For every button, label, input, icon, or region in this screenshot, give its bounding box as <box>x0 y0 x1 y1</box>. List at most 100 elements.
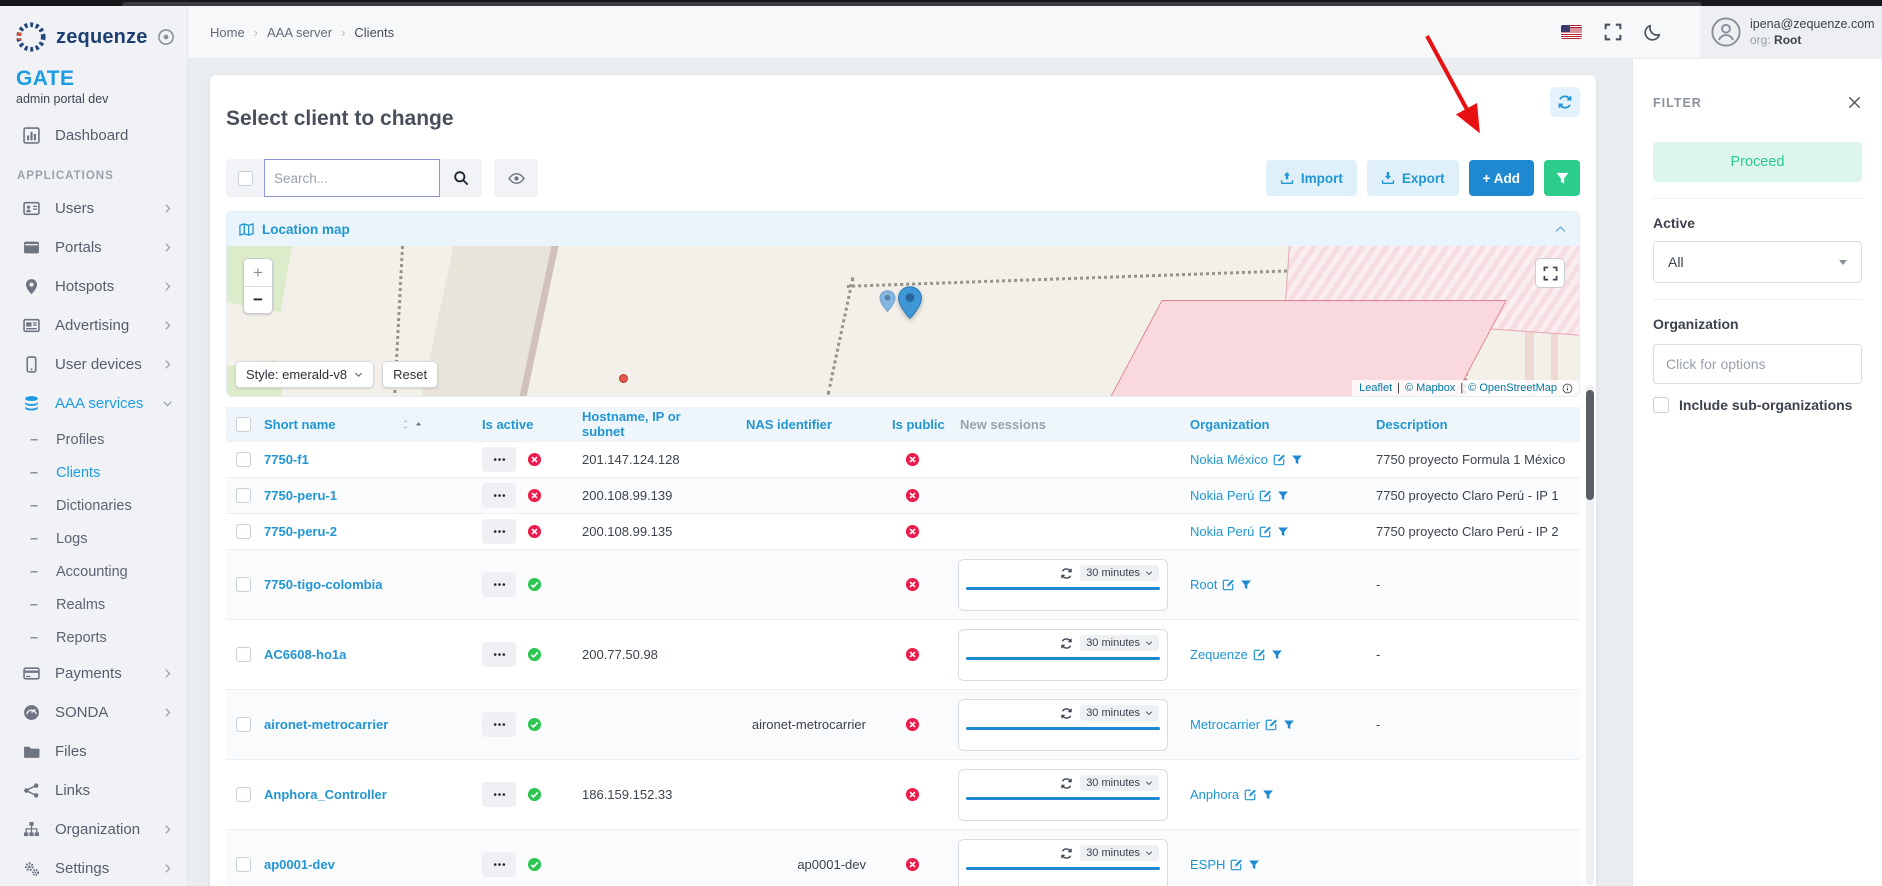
organization-link[interactable]: Nokia México <box>1190 452 1268 467</box>
sort-icon[interactable] <box>400 419 411 430</box>
client-name-link[interactable]: 7750-peru-1 <box>264 488 337 503</box>
info-icon[interactable] <box>1562 383 1573 394</box>
row-actions-button[interactable] <box>482 642 516 667</box>
sidebar-subitem-realms[interactable]: –Realms <box>0 588 187 621</box>
close-icon[interactable] <box>1847 95 1862 110</box>
column-header-nas[interactable]: NAS identifier <box>722 417 872 432</box>
sidebar-item-portals[interactable]: Portals <box>0 228 187 267</box>
organization-link[interactable]: Zequenze <box>1190 647 1248 662</box>
organization-link[interactable]: Metrocarrier <box>1190 717 1260 732</box>
row-checkbox[interactable] <box>236 647 251 662</box>
new-sessions-widget[interactable]: 30 minutes <box>958 629 1168 681</box>
breadcrumb-item[interactable]: Home <box>210 25 245 40</box>
edit-icon[interactable] <box>1265 718 1278 731</box>
client-name-link[interactable]: 7750-peru-2 <box>264 524 337 539</box>
sidebar-item-users[interactable]: Users <box>0 189 187 228</box>
map-fullscreen-button[interactable] <box>1535 258 1565 288</box>
funnel-icon[interactable] <box>1240 579 1252 591</box>
organization-link[interactable]: Anphora <box>1190 787 1239 802</box>
interval-select[interactable]: 30 minutes <box>1080 565 1159 581</box>
sidebar-item-files[interactable]: Files <box>0 732 187 771</box>
sidebar-subitem-accounting[interactable]: –Accounting <box>0 555 187 588</box>
row-checkbox[interactable] <box>236 524 251 539</box>
new-sessions-widget[interactable]: 30 minutes <box>958 769 1168 821</box>
search-button[interactable] <box>440 159 482 197</box>
new-sessions-widget[interactable]: 30 minutes <box>958 559 1168 611</box>
table-scrollbar-thumb[interactable] <box>1586 390 1594 500</box>
edit-icon[interactable] <box>1222 578 1235 591</box>
new-sessions-widget[interactable]: 30 minutes <box>958 839 1168 886</box>
include-sub-organizations-checkbox[interactable] <box>1653 397 1669 413</box>
osm-link[interactable]: © OpenStreetMap <box>1468 382 1557 394</box>
sidebar-item-hotspots[interactable]: Hotspots <box>0 267 187 306</box>
sidebar-item-settings[interactable]: Settings <box>0 849 187 886</box>
client-name-link[interactable]: aironet-metrocarrier <box>264 717 388 732</box>
map-zoom-out-button[interactable]: − <box>244 286 272 313</box>
funnel-icon[interactable] <box>1291 454 1303 466</box>
interval-select[interactable]: 30 minutes <box>1080 635 1159 651</box>
refresh-button[interactable] <box>1550 87 1580 117</box>
sidebar-subitem-reports[interactable]: –Reports <box>0 621 187 654</box>
interval-select[interactable]: 30 minutes <box>1080 705 1159 721</box>
active-filter-select[interactable]: All <box>1653 241 1862 283</box>
sidebar-collapse-icon[interactable] <box>157 28 175 46</box>
map-zoom-in-button[interactable]: + <box>244 259 272 286</box>
table-filter-button[interactable] <box>1544 160 1580 196</box>
map-marker-small-icon[interactable] <box>879 290 896 312</box>
funnel-icon[interactable] <box>1277 526 1289 538</box>
organization-link[interactable]: Nokia Perú <box>1190 488 1254 503</box>
breadcrumb-item[interactable]: AAA server <box>267 25 332 40</box>
row-checkbox[interactable] <box>236 717 251 732</box>
select-all-checkbox[interactable] <box>238 171 253 186</box>
language-flag-us-icon[interactable] <box>1561 25 1582 39</box>
client-name-link[interactable]: ap0001-dev <box>264 857 335 872</box>
row-actions-button[interactable] <box>482 519 516 544</box>
edit-icon[interactable] <box>1259 525 1272 538</box>
interval-select[interactable]: 30 minutes <box>1080 775 1159 791</box>
edit-icon[interactable] <box>1253 648 1266 661</box>
sidebar-subitem-logs[interactable]: –Logs <box>0 522 187 555</box>
row-checkbox[interactable] <box>236 452 251 467</box>
fullscreen-icon[interactable] <box>1604 23 1622 41</box>
funnel-icon[interactable] <box>1283 719 1295 731</box>
interval-select[interactable]: 30 minutes <box>1080 845 1159 861</box>
row-checkbox[interactable] <box>236 488 251 503</box>
map-marker-icon[interactable] <box>897 286 923 319</box>
new-sessions-widget[interactable]: 30 minutes <box>958 699 1168 751</box>
funnel-icon[interactable] <box>1248 859 1260 871</box>
sidebar-subitem-clients[interactable]: –Clients <box>0 456 187 489</box>
breadcrumb-item[interactable]: Clients <box>354 25 394 40</box>
column-header-is-public[interactable]: Is public <box>872 417 952 432</box>
client-name-link[interactable]: 7750-f1 <box>264 452 309 467</box>
row-actions-button[interactable] <box>482 852 516 877</box>
row-actions-button[interactable] <box>482 447 516 472</box>
sidebar-item-organization[interactable]: Organization <box>0 810 187 849</box>
organization-link[interactable]: ESPH <box>1190 857 1225 872</box>
column-header-short-name[interactable]: Short name <box>260 417 482 432</box>
chevron-up-icon[interactable] <box>1554 223 1567 236</box>
sidebar-item-links[interactable]: Links <box>0 771 187 810</box>
client-name-link[interactable]: 7750-tigo-colombia <box>264 577 382 592</box>
row-actions-button[interactable] <box>482 712 516 737</box>
import-button[interactable]: Import <box>1266 160 1357 196</box>
row-actions-button[interactable] <box>482 572 516 597</box>
edit-icon[interactable] <box>1244 788 1257 801</box>
refresh-icon[interactable] <box>1060 847 1073 860</box>
client-name-link[interactable]: Anphora_Controller <box>264 787 387 802</box>
organization-link[interactable]: Nokia Perú <box>1190 524 1254 539</box>
organization-filter-input[interactable] <box>1653 344 1862 384</box>
funnel-icon[interactable] <box>1271 649 1283 661</box>
mapbox-link[interactable]: © Mapbox <box>1405 382 1455 394</box>
edit-icon[interactable] <box>1259 489 1272 502</box>
sidebar-item-user-devices[interactable]: User devices <box>0 345 187 384</box>
map-canvas[interactable]: + − Style: emerald-v8 Reset Leaflet | <box>227 246 1579 396</box>
sidebar-subitem-profiles[interactable]: –Profiles <box>0 423 187 456</box>
organization-link[interactable]: Root <box>1190 577 1217 592</box>
add-button[interactable]: + Add <box>1469 160 1534 196</box>
column-header-organization[interactable]: Organization <box>1182 417 1374 432</box>
row-checkbox[interactable] <box>236 577 251 592</box>
funnel-icon[interactable] <box>1262 789 1274 801</box>
row-actions-button[interactable] <box>482 782 516 807</box>
column-header-description[interactable]: Description <box>1374 417 1580 432</box>
map-reset-button[interactable]: Reset <box>382 361 438 388</box>
